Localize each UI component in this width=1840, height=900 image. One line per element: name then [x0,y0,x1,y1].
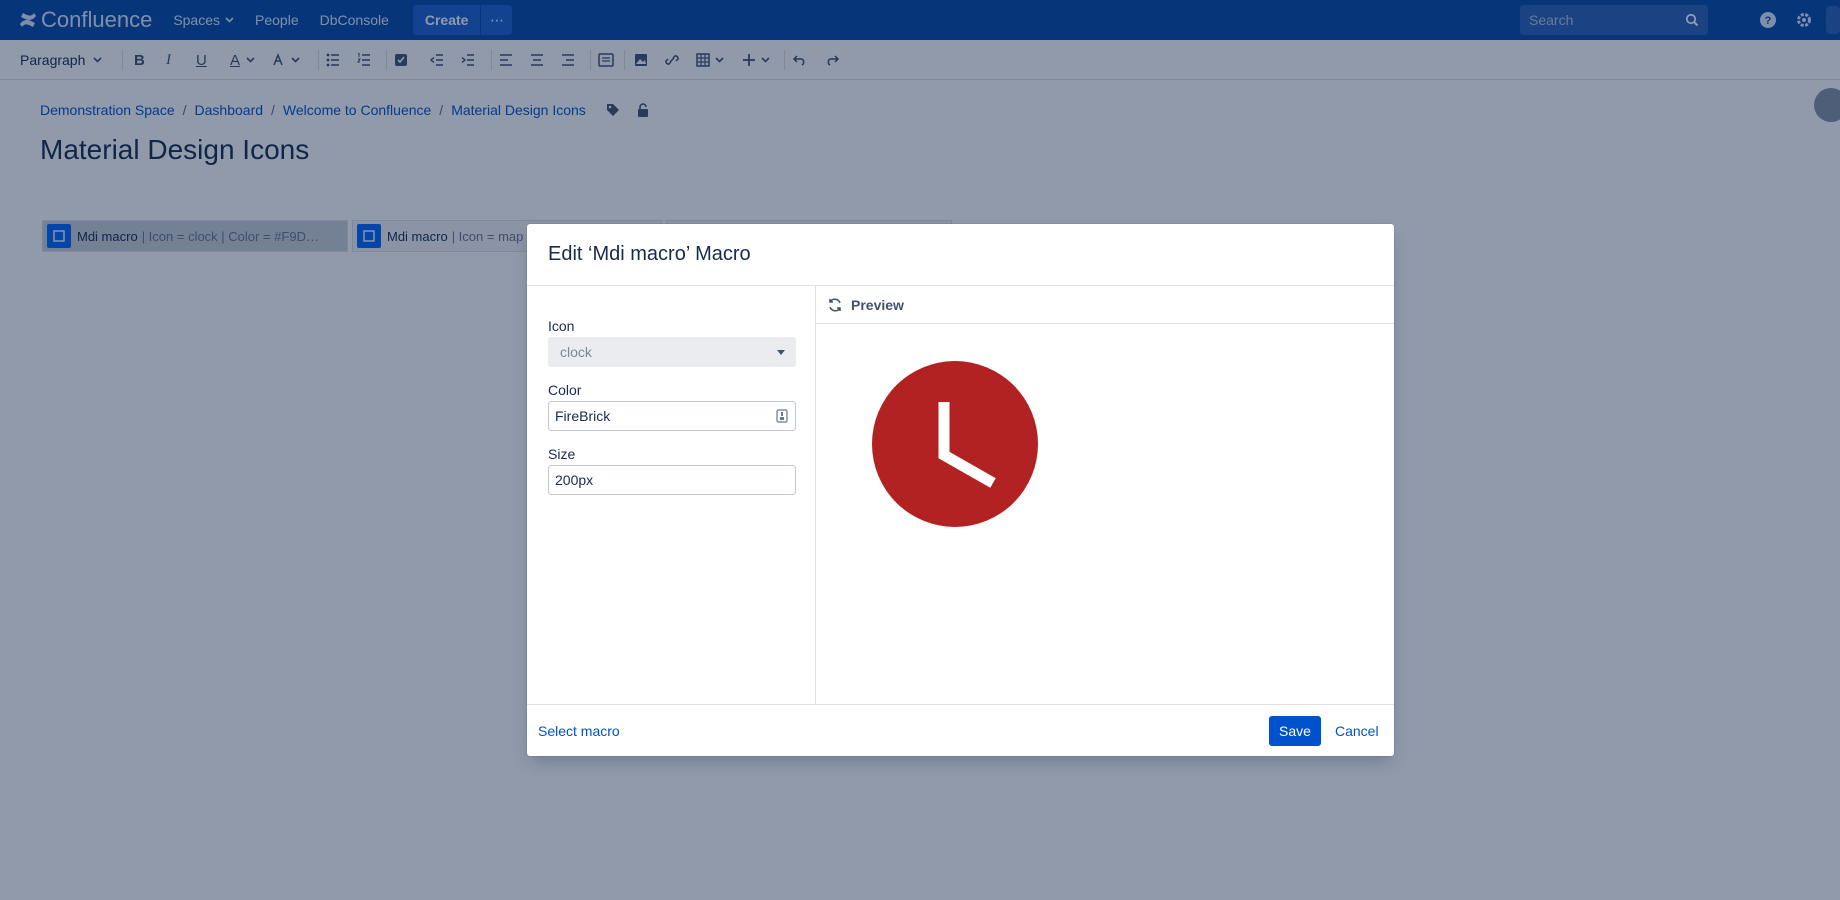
dialog-header: Edit ‘Mdi macro’ Macro [527,224,1394,286]
icon-select-value: clock [560,344,592,360]
select-macro-link[interactable]: Select macro [538,723,620,739]
dialog-body: Icon clock Color Size Preview [527,286,1394,704]
color-picker-icon[interactable] [776,409,788,423]
clock-icon [872,361,1038,527]
color-field [548,401,796,431]
preview-label: Preview [851,296,904,313]
size-input[interactable] [555,472,755,488]
size-field-label: Size [548,446,576,462]
color-input[interactable] [555,408,755,424]
caret-down-icon [777,350,785,355]
preview-output [871,360,1039,531]
preview-header: Preview [816,286,1394,324]
edit-macro-dialog: Edit ‘Mdi macro’ Macro Icon clock Color … [527,224,1394,756]
color-field-label: Color [548,382,582,398]
save-button[interactable]: Save [1269,716,1321,746]
size-field [548,465,796,495]
macro-parameters-panel: Icon clock Color Size [527,286,816,704]
preview-panel: Preview [816,286,1394,704]
dialog-footer: Select macro Save Cancel [527,704,1394,756]
cancel-button[interactable]: Cancel [1331,716,1383,746]
refresh-icon[interactable] [827,297,843,313]
dialog-title: Edit ‘Mdi macro’ Macro [548,243,751,265]
icon-field-label: Icon [548,318,575,334]
icon-select[interactable]: clock [548,337,796,367]
